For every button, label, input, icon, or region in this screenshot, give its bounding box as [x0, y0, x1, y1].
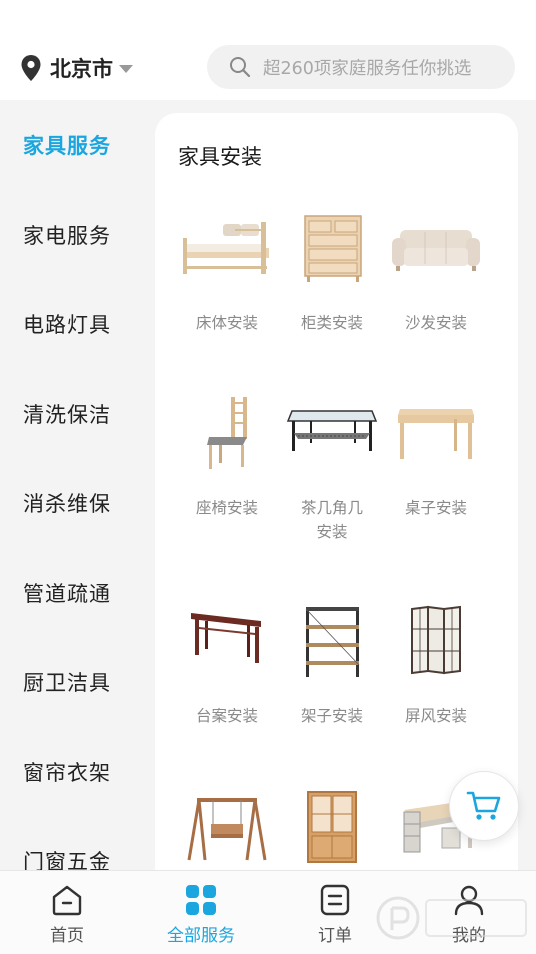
search-bar[interactable]: 超260项家庭服务任你挑选	[207, 45, 515, 89]
section-title: 家具安装	[178, 145, 262, 169]
console-table-icon	[191, 613, 261, 663]
tab-home[interactable]: 首页	[12, 883, 122, 946]
sidebar-item-kitchen-bath[interactable]: 厨卫洁具	[23, 667, 111, 697]
service-item-console-table[interactable]: 台案安装	[175, 601, 279, 736]
sidebar-item-curtain[interactable]: 窗帘衣架	[23, 757, 111, 787]
desk-icon	[398, 409, 474, 459]
service-item-label: 座椅安装	[195, 499, 258, 517]
sofa-icon	[392, 230, 480, 271]
service-item-label: 台案安装	[195, 707, 258, 725]
service-item-screen[interactable]: 屏风安装	[384, 601, 488, 736]
cart-icon	[466, 791, 501, 820]
service-item-label: 沙发安装	[404, 314, 467, 332]
tab-all-services[interactable]: 全部服务	[146, 883, 256, 946]
service-item-label: 柜类安装	[300, 314, 363, 332]
sidebar-item-cleaning[interactable]: 清洗保洁	[23, 399, 111, 429]
location-pin-icon	[21, 55, 41, 81]
chair-icon	[207, 397, 247, 469]
service-item-label: 床体安装	[195, 314, 258, 332]
display-cabinet-icon	[307, 791, 357, 863]
cabinet-icon	[304, 215, 362, 282]
sidebar-item-furniture[interactable]: 家具服务	[23, 130, 111, 160]
grid-icon	[186, 885, 216, 915]
watermark-logo-icon	[376, 896, 527, 940]
screen-icon	[411, 605, 461, 675]
city-label: 北京市	[50, 57, 113, 81]
sidebar-item-disinfection[interactable]: 消杀维保	[23, 488, 111, 518]
service-item-label: 茶几角几安装	[300, 499, 363, 541]
city-selector[interactable]: 北京市	[20, 52, 133, 84]
shelf-icon	[305, 607, 360, 677]
service-item-label: 屏风安装	[404, 707, 467, 725]
home-icon	[52, 885, 82, 916]
sidebar-item-appliance[interactable]: 家电服务	[23, 220, 111, 250]
app-screen: 北京市 超260项家庭服务任你挑选 家具服务 家电服务 电路灯具 清洗保洁 消杀…	[0, 0, 536, 954]
order-icon	[320, 884, 350, 916]
cart-button[interactable]	[449, 771, 519, 841]
search-icon	[230, 57, 251, 78]
header: 北京市 超260项家庭服务任你挑选	[0, 0, 536, 100]
service-item-coffee-table[interactable]: 茶几角几安装	[280, 393, 384, 553]
sidebar-item-hardware[interactable]: 门窗五金	[23, 846, 111, 870]
service-item-label: 桌子安装	[404, 499, 467, 517]
swing-icon	[187, 798, 267, 861]
search-placeholder: 超260项家庭服务任你挑选	[263, 58, 472, 79]
service-item-shelf[interactable]: 架子安装	[280, 601, 384, 736]
service-item-cabinet[interactable]: 柜类安装	[280, 208, 384, 343]
coffee-table-icon	[286, 410, 378, 451]
sidebar-item-pipe[interactable]: 管道疏通	[23, 578, 111, 608]
tab-label: 首页	[50, 926, 84, 946]
service-item-desk[interactable]: 桌子安装	[384, 393, 488, 553]
sidebar-item-electrical[interactable]: 电路灯具	[23, 309, 111, 339]
caret-down-icon	[119, 65, 133, 73]
service-item-label: 架子安装	[300, 707, 363, 725]
service-item-sofa[interactable]: 沙发安装	[384, 208, 488, 343]
category-sidebar: 家具服务 家电服务 电路灯具 清洗保洁 消杀维保 管道疏通 厨卫洁具 窗帘衣架 …	[0, 100, 155, 870]
service-item-bed[interactable]: 床体安装	[175, 208, 279, 343]
bed-icon	[183, 222, 269, 274]
service-item-chair[interactable]: 座椅安装	[175, 393, 279, 553]
tab-label: 全部服务	[167, 926, 235, 946]
